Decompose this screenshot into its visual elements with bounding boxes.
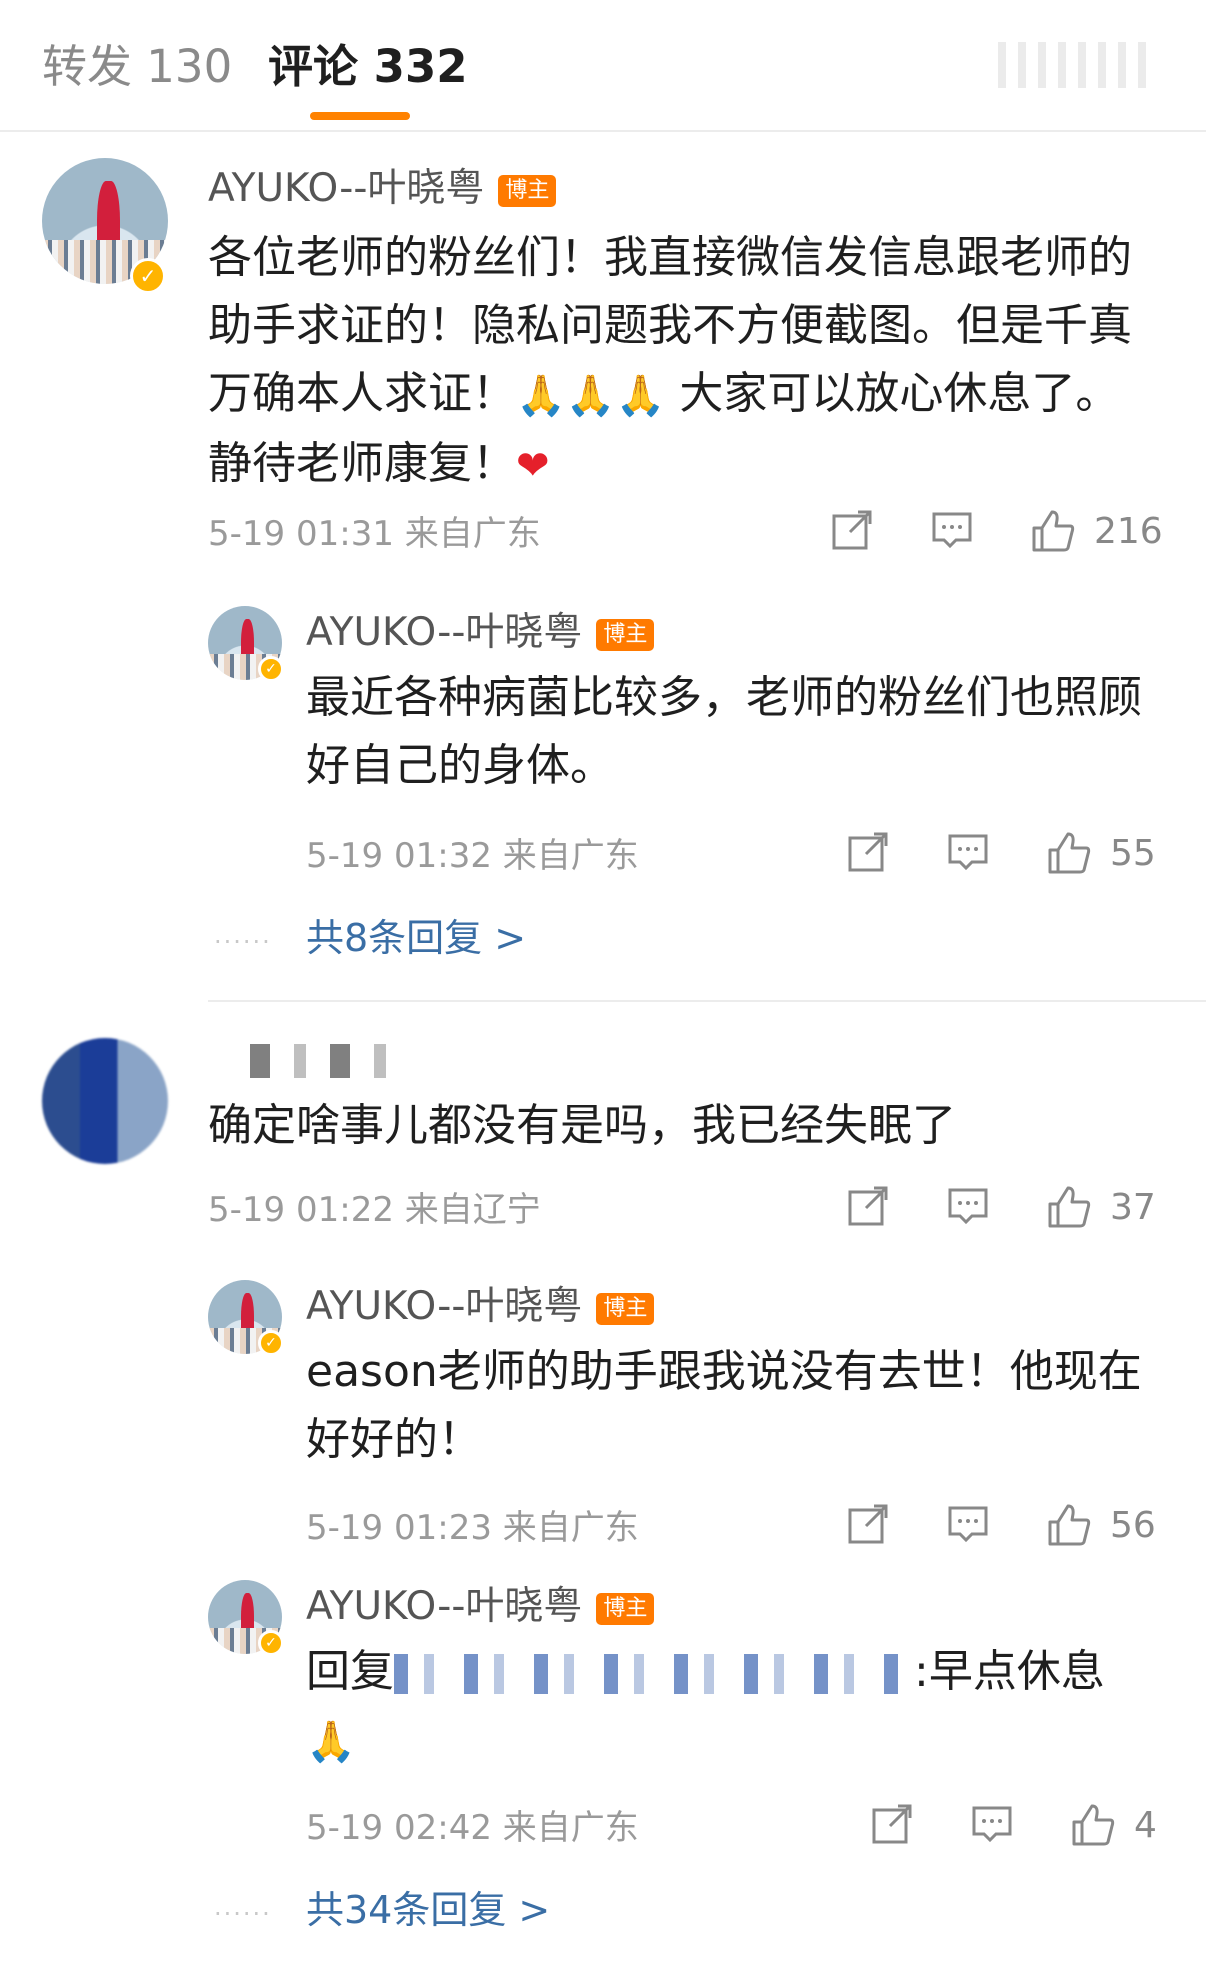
comment-icon[interactable] [946, 830, 990, 880]
tab-comments[interactable]: 评论 332 [268, 38, 468, 96]
comment-text: 确定啥事儿都没有是吗，我已经失眠了 [208, 1100, 956, 1151]
pray-emoji: 🙏🙏🙏 [516, 373, 666, 419]
dots-divider: ······ [214, 928, 272, 956]
like-icon[interactable] [1046, 830, 1092, 880]
comment-item: 确定啥事儿都没有是吗，我已经失眠了 5-19 01:22 来自辽宁 37 ✓ A… [0, 1002, 1206, 1974]
share-icon[interactable] [846, 830, 890, 880]
comment-icon[interactable] [946, 1502, 990, 1552]
comment-icon[interactable] [946, 1184, 990, 1234]
like-count: 55 [1110, 833, 1156, 874]
share-icon[interactable] [830, 508, 874, 558]
comment-meta: 5-19 01:22 来自辽宁 [208, 1190, 541, 1230]
like-count: 216 [1094, 511, 1163, 552]
reply-actions: 4 [870, 1802, 1170, 1852]
comment-tabs: 转发 130 评论 332 [0, 0, 1206, 132]
reply-author[interactable]: AYUKO--叶晓粤 博主 [306, 608, 655, 658]
sort-toggle[interactable] [998, 42, 1158, 88]
share-icon[interactable] [870, 1802, 914, 1852]
comment-icon[interactable] [970, 1802, 1014, 1852]
reply-actions: 55 [846, 830, 1166, 880]
more-replies-link[interactable]: 共8条回复 > [306, 914, 526, 962]
like-icon[interactable] [1046, 1502, 1092, 1552]
reply-meta: 5-19 02:42 来自广东 [306, 1808, 639, 1848]
reply-text: 最近各种病菌比较多，老师的粉丝们也照顾好自己的身体。 [306, 672, 1142, 791]
comment-actions: 37 [846, 1184, 1166, 1234]
verified-icon: ✓ [130, 258, 166, 294]
dots-divider: ······ [214, 1900, 272, 1928]
heart-emoji: ❤ [516, 443, 550, 489]
blogger-badge: 博主 [498, 175, 557, 207]
mention-blurred[interactable] [394, 1654, 914, 1694]
reply-text: 回复:早点休息 🙏 [306, 1638, 1166, 1776]
comment-author[interactable]: AYUKO--叶晓粤 博主 [208, 164, 557, 214]
author-name[interactable]: AYUKO--叶晓粤 [306, 1584, 582, 1629]
like-count: 37 [1110, 1187, 1156, 1228]
like-count: 56 [1110, 1505, 1156, 1546]
author-name-blurred[interactable] [250, 1044, 400, 1078]
verified-icon: ✓ [258, 1330, 284, 1356]
reply-meta: 5-19 01:23 来自广东 [306, 1508, 639, 1548]
reply-meta: 5-19 01:32 来自广东 [306, 836, 639, 876]
like-count: 4 [1134, 1805, 1157, 1846]
blogger-badge: 博主 [596, 1293, 655, 1325]
reply-author[interactable]: AYUKO--叶晓粤 博主 [306, 1282, 655, 1332]
blogger-badge: 博主 [596, 1593, 655, 1625]
share-icon[interactable] [846, 1184, 890, 1234]
author-name[interactable]: AYUKO--叶晓粤 [208, 166, 484, 211]
share-icon[interactable] [846, 1502, 890, 1552]
comment-actions: 216 [820, 508, 1163, 558]
verified-icon: ✓ [258, 656, 284, 682]
like-icon[interactable] [1070, 1802, 1116, 1852]
avatar[interactable] [42, 1038, 168, 1164]
comment-icon[interactable] [930, 508, 974, 558]
reply-actions: 56 [846, 1502, 1166, 1552]
comment-item: ✓ AYUKO--叶晓粤 博主 各位老师的粉丝们！我直接微信发信息跟老师的助手求证… [0, 130, 1206, 990]
verified-icon: ✓ [258, 1630, 284, 1656]
tab-repost[interactable]: 转发 130 [42, 38, 232, 96]
like-icon[interactable] [1030, 508, 1076, 558]
comment-meta: 5-19 01:31 来自广东 [208, 514, 541, 554]
blogger-badge: 博主 [596, 619, 655, 651]
comment-text: 各位老师的粉丝们！我直接微信发信息跟老师的助手求证的！隐私问题我不方便截图。但是… [208, 224, 1158, 500]
reply-author[interactable]: AYUKO--叶晓粤 博主 [306, 1582, 655, 1632]
more-replies-link[interactable]: 共34条回复 > [306, 1886, 550, 1934]
pray-emoji: 🙏 [306, 1719, 356, 1765]
like-icon[interactable] [1046, 1184, 1092, 1234]
active-tab-indicator [310, 112, 410, 120]
reply-text: eason老师的助手跟我说没有去世！他现在好好的！ [306, 1346, 1142, 1465]
author-name[interactable]: AYUKO--叶晓粤 [306, 1284, 582, 1329]
author-name[interactable]: AYUKO--叶晓粤 [306, 610, 582, 655]
